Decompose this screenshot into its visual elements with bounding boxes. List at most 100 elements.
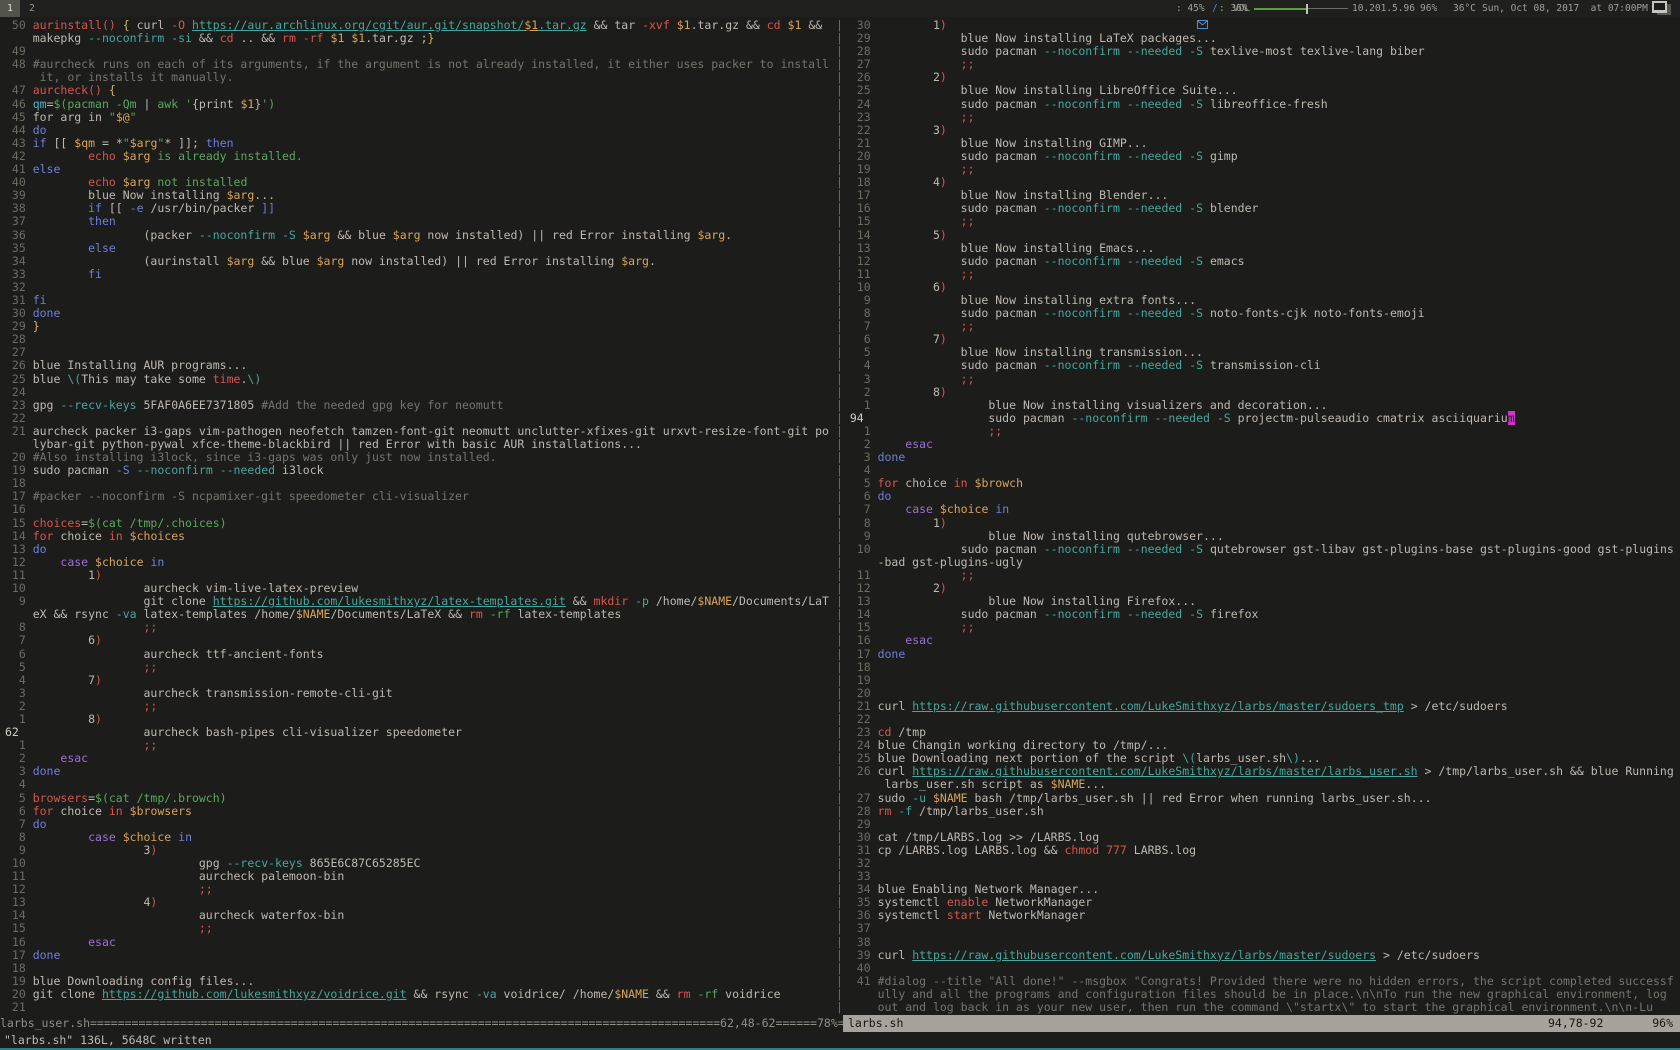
line-number: 9 bbox=[5, 594, 33, 608]
vim-command-line: "larbs.sh" 136L, 5648C written bbox=[0, 1032, 1680, 1048]
split-separator: | bbox=[836, 660, 850, 674]
line-number: 23 bbox=[850, 110, 878, 124]
code-row: | 15 ;; bbox=[836, 621, 1680, 634]
volume-slider[interactable] bbox=[1254, 0, 1348, 17]
line-number: 36 bbox=[5, 228, 33, 242]
split-separator: | bbox=[836, 110, 850, 124]
line-number bbox=[5, 31, 33, 45]
cursor-line-number: 94 bbox=[850, 411, 878, 425]
line-number: 6 bbox=[850, 489, 878, 503]
split-separator: | bbox=[836, 987, 850, 1001]
line-number: 2 bbox=[5, 751, 33, 765]
split-separator: | bbox=[836, 31, 850, 45]
statusline-active: larbs.sh 94,78-92 96% bbox=[843, 1015, 1680, 1032]
systray-monitor-icon[interactable] bbox=[1652, 1, 1673, 16]
line-number: 48 bbox=[5, 57, 33, 71]
line-number: 25 bbox=[850, 83, 878, 97]
split-separator: | bbox=[836, 398, 850, 412]
split-separator: | bbox=[836, 293, 850, 307]
split-separator: | bbox=[836, 568, 850, 582]
code-row: | 15 ;; bbox=[836, 215, 1680, 228]
line-number: 17 bbox=[5, 489, 33, 503]
split-separator: | bbox=[836, 502, 850, 516]
line-number: 15 bbox=[850, 214, 878, 228]
cursor-line-number: 62 bbox=[5, 725, 33, 739]
split-separator: | bbox=[836, 791, 850, 805]
line-number: 32 bbox=[5, 280, 33, 294]
code-row: | 7 ;; bbox=[836, 320, 1680, 333]
code-row: 2 ;; bbox=[5, 700, 841, 713]
line-number: 38 bbox=[850, 935, 878, 949]
line-number: 21 bbox=[5, 424, 33, 438]
volume-label: VOL bbox=[1233, 0, 1250, 17]
code-row: | 22 bbox=[836, 713, 1680, 726]
code-row: | 36 systemctl start NetworkManager bbox=[836, 909, 1680, 922]
line-number: 3 bbox=[850, 450, 878, 464]
desktop: 1 2 : 45% / : 36% VOL 10.201.5.96 96% 36… bbox=[0, 0, 1680, 1050]
volume-slider-handle[interactable] bbox=[1306, 4, 1308, 14]
line-number: 9 bbox=[850, 529, 878, 543]
line-number: 3 bbox=[850, 372, 878, 386]
statusline-cursor-position: 94,78-92 bbox=[1548, 1015, 1603, 1032]
line-number: 50 bbox=[5, 18, 33, 32]
code-row: 14 for choice in $choices bbox=[5, 530, 841, 543]
split-separator: | bbox=[836, 228, 850, 242]
volume-slider-fill bbox=[1254, 8, 1306, 10]
split-separator: | bbox=[836, 699, 850, 713]
split-separator: | bbox=[836, 725, 850, 739]
code-row: 8 ;; bbox=[5, 621, 841, 634]
split-separator: | bbox=[836, 712, 850, 726]
code-row: | 3 ;; bbox=[836, 373, 1680, 386]
line-number: 7 bbox=[5, 817, 33, 831]
split-separator: | bbox=[836, 241, 850, 255]
line-number: 20 bbox=[850, 149, 878, 163]
line-number: 1 bbox=[5, 712, 33, 726]
line-number: 20 bbox=[5, 450, 33, 464]
line-number: 10 bbox=[5, 856, 33, 870]
vim-pane-larbs-user-sh[interactable]: 50 aurinstall() { curl -O https://aur.ar… bbox=[0, 17, 841, 1017]
line-number: 22 bbox=[5, 411, 33, 425]
split-separator: | bbox=[836, 516, 850, 530]
code-row: | 19 ;; bbox=[836, 163, 1680, 176]
code-row: 30 done bbox=[5, 307, 841, 320]
line-number: 24 bbox=[5, 385, 33, 399]
line-number: 18 bbox=[5, 476, 33, 490]
status-bar: 1 2 : 45% / : 36% VOL 10.201.5.96 96% 36… bbox=[0, 0, 1680, 17]
code-row: | 39 curl https://raw.githubusercontent.… bbox=[836, 949, 1680, 962]
code-row: 28 bbox=[5, 333, 841, 346]
volume-slider-track bbox=[1306, 8, 1348, 9]
split-separator: | bbox=[836, 751, 850, 765]
statusline-scroll-percent: 96% bbox=[1652, 1015, 1673, 1032]
code-row: 5 ;; bbox=[5, 661, 841, 674]
split-separator: | bbox=[836, 1000, 850, 1014]
line-number: 4 bbox=[850, 463, 878, 477]
line-number: 33 bbox=[850, 869, 878, 883]
line-number bbox=[5, 70, 33, 84]
line-number: 1 bbox=[850, 398, 878, 412]
mail-usage-label: : 45% bbox=[1176, 0, 1205, 17]
split-separator: | bbox=[836, 489, 850, 503]
line-number: 13 bbox=[5, 542, 33, 556]
disk-icon: / bbox=[1212, 0, 1218, 17]
line-number: 26 bbox=[850, 764, 878, 778]
vim-pane-larbs-sh[interactable]: | 30 1)| 29 blue Now installing LaTeX pa… bbox=[836, 17, 1680, 1017]
line-number: 40 bbox=[5, 175, 33, 189]
workspace-button-2[interactable]: 2 bbox=[22, 0, 42, 17]
line-number: 10 bbox=[5, 581, 33, 595]
line-number: 39 bbox=[5, 188, 33, 202]
split-separator: | bbox=[836, 162, 850, 176]
split-separator: | bbox=[836, 372, 850, 386]
line-number: 18 bbox=[5, 961, 33, 975]
line-number: 41 bbox=[850, 974, 878, 988]
line-number: 12 bbox=[850, 254, 878, 268]
line-number: 22 bbox=[850, 123, 878, 137]
line-number: 44 bbox=[5, 123, 33, 137]
battery-percent: 96% bbox=[1420, 0, 1437, 17]
workspace-button-1[interactable]: 1 bbox=[0, 0, 20, 17]
line-number: 45 bbox=[5, 110, 33, 124]
split-separator: | bbox=[836, 594, 850, 608]
line-number: 20 bbox=[5, 987, 33, 1001]
line-number: 3 bbox=[5, 686, 33, 700]
line-number: 31 bbox=[5, 293, 33, 307]
line-number: 29 bbox=[850, 31, 878, 45]
